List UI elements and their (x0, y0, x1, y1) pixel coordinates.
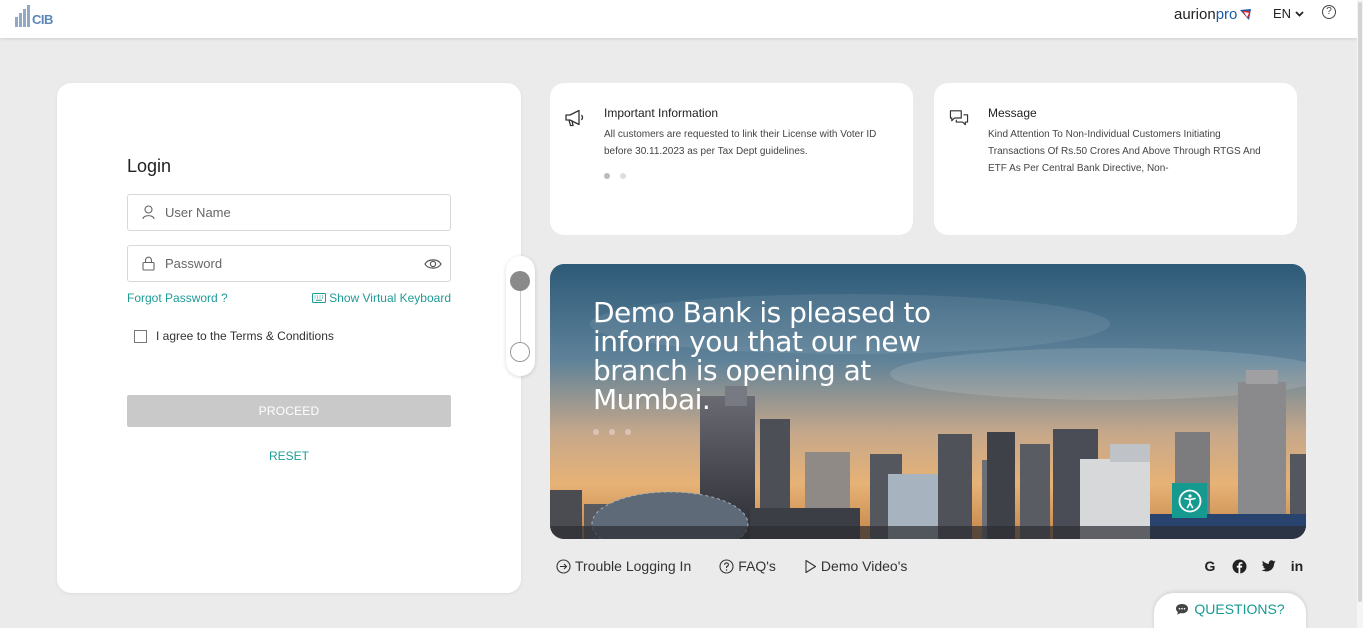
accessibility-icon (1178, 489, 1201, 512)
language-selector[interactable]: EN (1273, 6, 1304, 21)
lock-icon (141, 256, 155, 272)
important-info-card: Important Information All customers are … (550, 83, 913, 235)
brand-main: aurion (1174, 6, 1216, 23)
info-card-text: All customers are requested to link thei… (604, 129, 877, 157)
terms-checkbox[interactable] (134, 329, 147, 343)
virtual-keyboard-label: Show Virtual Keyboard (329, 291, 451, 305)
banner-headline: Demo Bank is pleased to inform you that … (593, 296, 931, 416)
help-icon[interactable]: ? (1322, 5, 1336, 19)
username-field[interactable] (127, 194, 451, 231)
banner-dot[interactable] (609, 429, 615, 435)
terms-label: I agree to the Terms & Conditions (156, 329, 334, 343)
logo-bars-icon (15, 5, 30, 27)
password-input[interactable] (165, 256, 424, 271)
toggle-knob-active[interactable] (510, 271, 530, 291)
pager-dot[interactable] (620, 173, 626, 179)
banner-pager (593, 429, 631, 435)
login-title: Login (127, 156, 172, 176)
password-field[interactable] (127, 245, 451, 282)
arrow-circle-icon (556, 558, 571, 574)
top-bar: CIB aurion pro EN ? (0, 0, 1357, 38)
faq-link[interactable]: FAQ's (719, 558, 776, 574)
help-links: Trouble Logging In FAQ's Demo Video's (556, 558, 907, 574)
trouble-logging-label: Trouble Logging In (575, 558, 692, 574)
twitter-icon[interactable] (1260, 558, 1276, 574)
chat-bubble-icon (1176, 603, 1189, 615)
demo-videos-label: Demo Video's (820, 558, 908, 574)
social-links: G in (1202, 558, 1305, 574)
questions-button[interactable]: QUESTIONS? (1154, 593, 1306, 628)
pager-dot-active[interactable] (604, 173, 610, 179)
user-icon (141, 205, 155, 221)
google-icon[interactable]: G (1202, 558, 1218, 574)
message-card-text: Kind Attention To Non-Individual Custome… (988, 129, 1261, 174)
questions-label: QUESTIONS? (1194, 601, 1285, 617)
login-card: Login Forgot Password ? Show Virtual Key… (57, 83, 521, 593)
page-scrollbar[interactable] (1357, 0, 1363, 628)
toggle-knob-inactive[interactable] (510, 342, 530, 362)
eye-icon[interactable] (424, 257, 442, 271)
banner-dot[interactable] (625, 429, 631, 435)
linkedin-icon[interactable]: in (1289, 558, 1305, 574)
accessibility-button[interactable] (1172, 483, 1207, 518)
proceed-button[interactable]: PROCEED (127, 395, 451, 427)
terms-row[interactable]: I agree to the Terms & Conditions (134, 329, 334, 343)
chevron-down-icon (1295, 10, 1304, 17)
language-label: EN (1273, 6, 1292, 21)
forgot-password-link[interactable]: Forgot Password ? (127, 291, 228, 305)
facebook-icon[interactable] (1231, 558, 1247, 574)
promo-banner: Demo Bank is pleased to inform you that … (550, 264, 1306, 539)
layout-toggle[interactable] (506, 256, 535, 376)
aurionpro-brand: aurion pro (1174, 6, 1253, 23)
trouble-logging-link[interactable]: Trouble Logging In (556, 558, 691, 574)
message-card: Message Kind Attention To Non-Individual… (934, 83, 1297, 235)
info-card-pager (604, 173, 626, 179)
message-card-title: Message (988, 106, 1037, 120)
info-card-title: Important Information (604, 106, 719, 120)
virtual-keyboard-link[interactable]: Show Virtual Keyboard (312, 291, 451, 305)
username-input[interactable] (165, 205, 450, 220)
chat-icon (949, 110, 969, 126)
brand-accent: pro (1215, 6, 1238, 23)
brand-flag-icon (1240, 8, 1252, 20)
keyboard-icon (312, 293, 327, 303)
logo-text: CIB (32, 12, 53, 27)
scrollbar-thumb[interactable] (1358, 2, 1362, 602)
cib-logo[interactable]: CIB (15, 5, 53, 27)
banner-dot[interactable] (593, 429, 599, 435)
play-icon (805, 559, 816, 573)
faq-label: FAQ's (738, 558, 776, 574)
megaphone-icon (565, 109, 584, 127)
question-circle-icon (719, 558, 734, 574)
demo-videos-link[interactable]: Demo Video's (804, 558, 907, 574)
reset-button[interactable]: RESET (127, 449, 451, 463)
